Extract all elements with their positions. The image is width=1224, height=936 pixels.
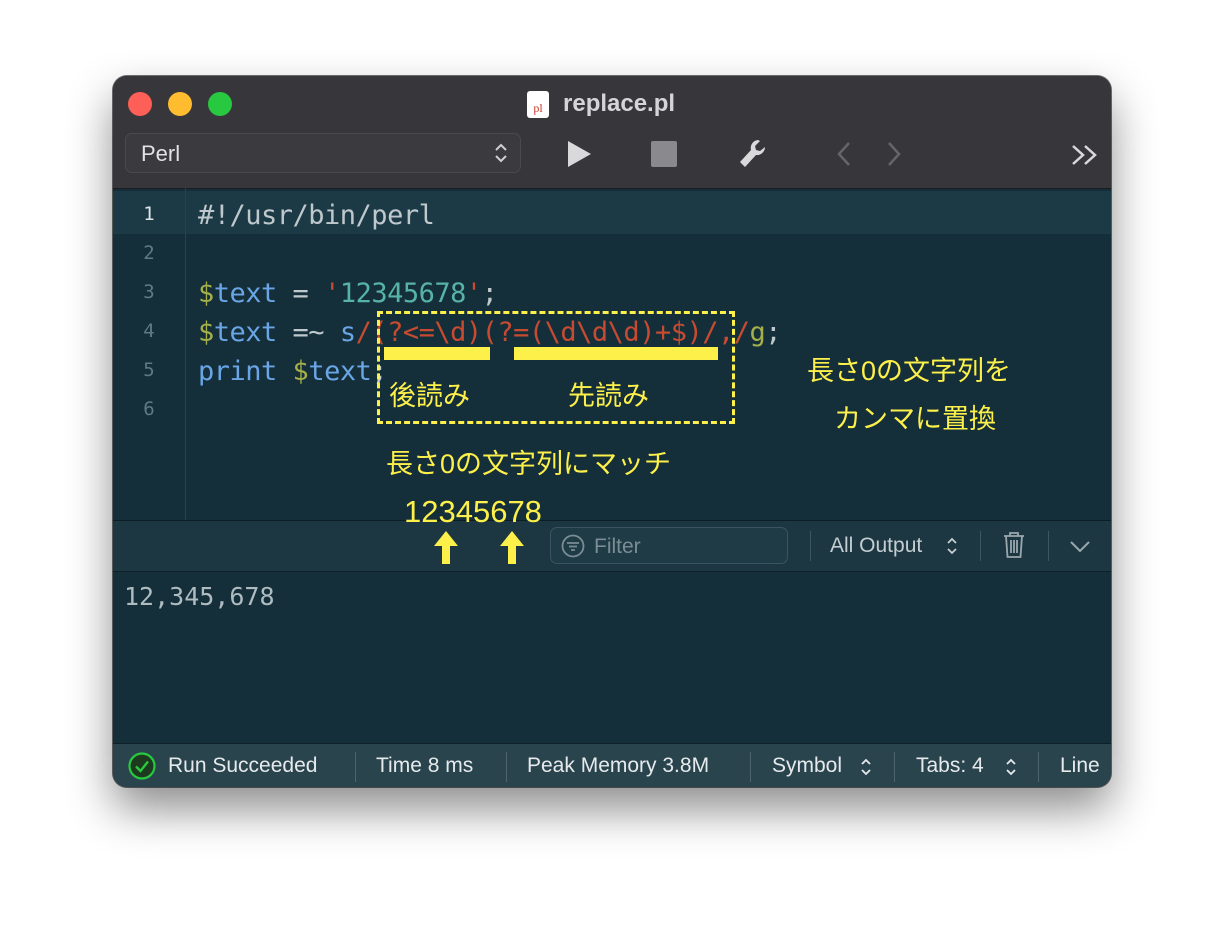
toolbar-divider (1048, 531, 1049, 561)
chevron-updown-icon (1006, 758, 1016, 776)
code-token: = (276, 278, 325, 309)
code-token: #!/usr/bin/perl (198, 200, 435, 231)
code-token: print (198, 356, 293, 387)
code-line[interactable]: print $text; (198, 356, 388, 387)
code-line[interactable]: #!/usr/bin/perl (198, 200, 435, 231)
code-token: text (308, 356, 372, 387)
replace-note-line2: カンマに置換 (834, 404, 996, 434)
run-icon[interactable] (565, 139, 593, 169)
zero-width-match-note: 長さ0の文字列にマッチ (386, 449, 672, 479)
chevron-updown-icon (947, 537, 957, 555)
line-number: 1 (143, 203, 155, 225)
run-time: Time 8 ms (376, 754, 474, 777)
code-token: g (749, 317, 766, 348)
code-token: $ (198, 278, 214, 309)
close-window-button[interactable] (128, 92, 152, 116)
tabs-select[interactable]: Tabs: 4 (916, 754, 984, 778)
sample-number: 12345678 (404, 494, 542, 529)
code-token: ' (324, 278, 340, 309)
line-number: 4 (143, 320, 155, 342)
line-indicator[interactable]: Line (1060, 754, 1100, 778)
lookbehind-underline (384, 347, 490, 360)
symbol-select[interactable]: Symbol (772, 754, 842, 778)
up-arrow-icon (434, 531, 458, 564)
success-check-icon (128, 752, 156, 780)
status-divider (894, 752, 895, 782)
line-number: 2 (143, 242, 155, 264)
zoom-window-button[interactable] (208, 92, 232, 116)
perl-file-icon: pl (527, 90, 549, 118)
window-title-group: pl replace.pl (527, 88, 675, 120)
line-number-gutter: 1 2 3 4 5 6 (113, 188, 186, 520)
code-line[interactable]: $text = '12345678'; (198, 278, 498, 309)
lookahead-underline (514, 347, 718, 360)
console-output: 12,345,678 (124, 582, 275, 611)
window-title: replace.pl (563, 90, 676, 117)
line-number: 3 (143, 281, 155, 303)
lookbehind-label: 後読み (389, 381, 470, 411)
wrench-icon[interactable] (738, 138, 766, 170)
stop-icon[interactable] (651, 141, 677, 167)
filter-icon (561, 534, 585, 558)
status-divider (506, 752, 507, 782)
status-bar: Run Succeeded Time 8 ms Peak Memory 3.8M… (113, 743, 1111, 787)
code-token: text (213, 278, 278, 309)
chevron-down-icon[interactable] (1069, 540, 1091, 554)
overflow-chevron-icon[interactable] (1071, 144, 1099, 166)
minimize-window-button[interactable] (168, 92, 192, 116)
chevron-updown-icon (495, 143, 507, 163)
line-number: 5 (143, 359, 155, 381)
language-label: Perl (141, 141, 181, 166)
status-divider (1038, 752, 1039, 782)
filter-field[interactable]: Filter (550, 527, 788, 564)
code-token: $ (292, 356, 309, 387)
filter-placeholder: Filter (594, 535, 641, 558)
code-token: $ (198, 317, 214, 348)
code-token: =~ (276, 317, 340, 348)
code-token: 12345678 (339, 278, 467, 309)
code-token: s (339, 317, 356, 348)
language-select[interactable]: Perl (125, 133, 521, 173)
status-divider (750, 752, 751, 782)
forward-chevron-icon[interactable] (885, 141, 903, 167)
console-toolbar: Filter All Output (113, 521, 1111, 572)
back-chevron-icon[interactable] (835, 141, 853, 167)
toolbar-divider (980, 531, 981, 561)
chevron-updown-icon (861, 758, 871, 776)
code-token: ' (465, 278, 482, 309)
run-status: Run Succeeded (168, 754, 318, 777)
code-token: ; (481, 278, 498, 309)
lookahead-label: 先読み (568, 381, 649, 411)
peak-memory: Peak Memory 3.8M (527, 754, 710, 777)
trash-icon[interactable] (1002, 531, 1026, 559)
file-icon-label: pl (533, 100, 543, 115)
replace-note-line1: 長さ0の文字列を (807, 356, 1012, 386)
titlebar: pl replace.pl Perl (113, 76, 1111, 189)
code-token: text (213, 317, 278, 348)
output-scope-select[interactable]: All Output (830, 534, 922, 558)
line-number: 6 (143, 398, 155, 420)
status-divider (355, 752, 356, 782)
toolbar-divider (810, 531, 811, 561)
code-token: ; (765, 317, 782, 348)
up-arrow-icon (500, 531, 524, 564)
